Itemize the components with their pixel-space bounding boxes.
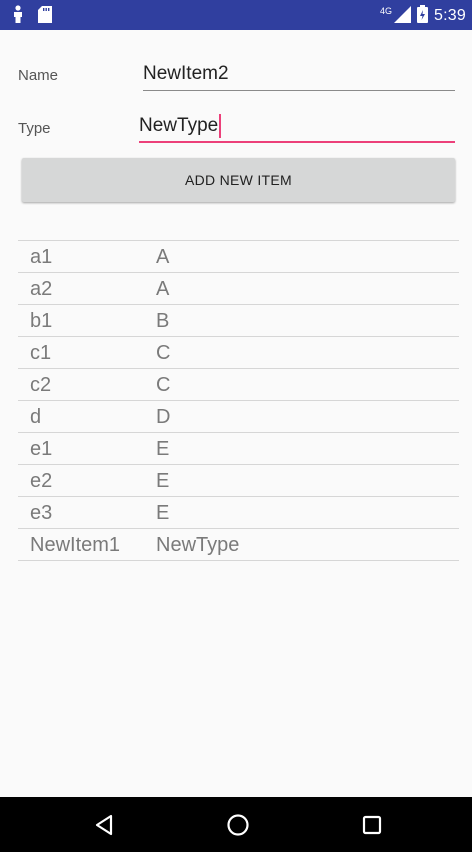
item-name: a2 [30,278,53,300]
item-name: b1 [30,310,53,332]
signal-icon [394,5,412,27]
item-type: C [156,342,171,364]
text-cursor [219,113,222,138]
status-right-icons: 4G 5:39 [380,5,466,27]
item-name: c2 [30,374,52,396]
item-type: NewType [156,534,240,556]
item-type: E [156,470,170,492]
item-name: e2 [30,470,53,492]
table-row: a2 A [18,273,459,305]
table-row: a1 A [18,241,459,273]
type-label: Type [18,120,51,137]
item-table: a1 Aa2 Ab1 Bc1 Cc2 Cd De1 Ee2 Ee3 E NewItem1 NewTyp… [18,240,459,561]
item-name: NewItem1 [30,534,121,556]
table-row: e1 E [18,433,459,465]
home-icon[interactable] [224,811,252,839]
person-icon [12,5,24,28]
screen: 4G 5:39 Name Type NewType ADD NEW ITEM [0,0,472,852]
status-bar: 4G 5:39 [0,0,472,30]
name-label: Name [18,67,59,84]
item-type: C [156,374,171,396]
table-row: NewItem1 NewType [18,529,459,561]
type-input-underline [139,141,455,143]
item-type: A [156,246,170,268]
table-row: c1 C [18,337,459,369]
table-row: e3 E [18,497,459,529]
table-row: dD [18,401,459,433]
status-clock: 5:39 [434,7,466,24]
item-type: E [156,438,170,460]
type-input[interactable]: NewType [139,112,222,140]
status-left-icons [12,5,52,28]
item-type: A [156,278,170,300]
table-row: b1 B [18,305,459,337]
item-name: e1 [30,438,53,460]
battery-icon [417,5,429,27]
recents-icon[interactable] [358,811,386,839]
item-type: B [156,310,170,332]
table-row: e2 E [18,465,459,497]
item-name: d [30,406,42,428]
add-new-item-button[interactable]: ADD NEW ITEM [22,158,455,202]
table-row: c2 C [18,369,459,401]
item-type: E [156,502,170,524]
name-input-underline [143,90,455,91]
item-name: c1 [30,342,52,364]
sd-card-icon [38,5,52,28]
item-name: e3 [30,502,53,524]
item-name: a1 [30,246,53,268]
name-input[interactable] [139,60,455,88]
back-icon[interactable] [90,811,118,839]
navigation-bar [0,797,472,852]
network-type: 4G [380,6,393,16]
type-input-value: NewType [139,115,219,136]
item-type: D [156,406,171,428]
